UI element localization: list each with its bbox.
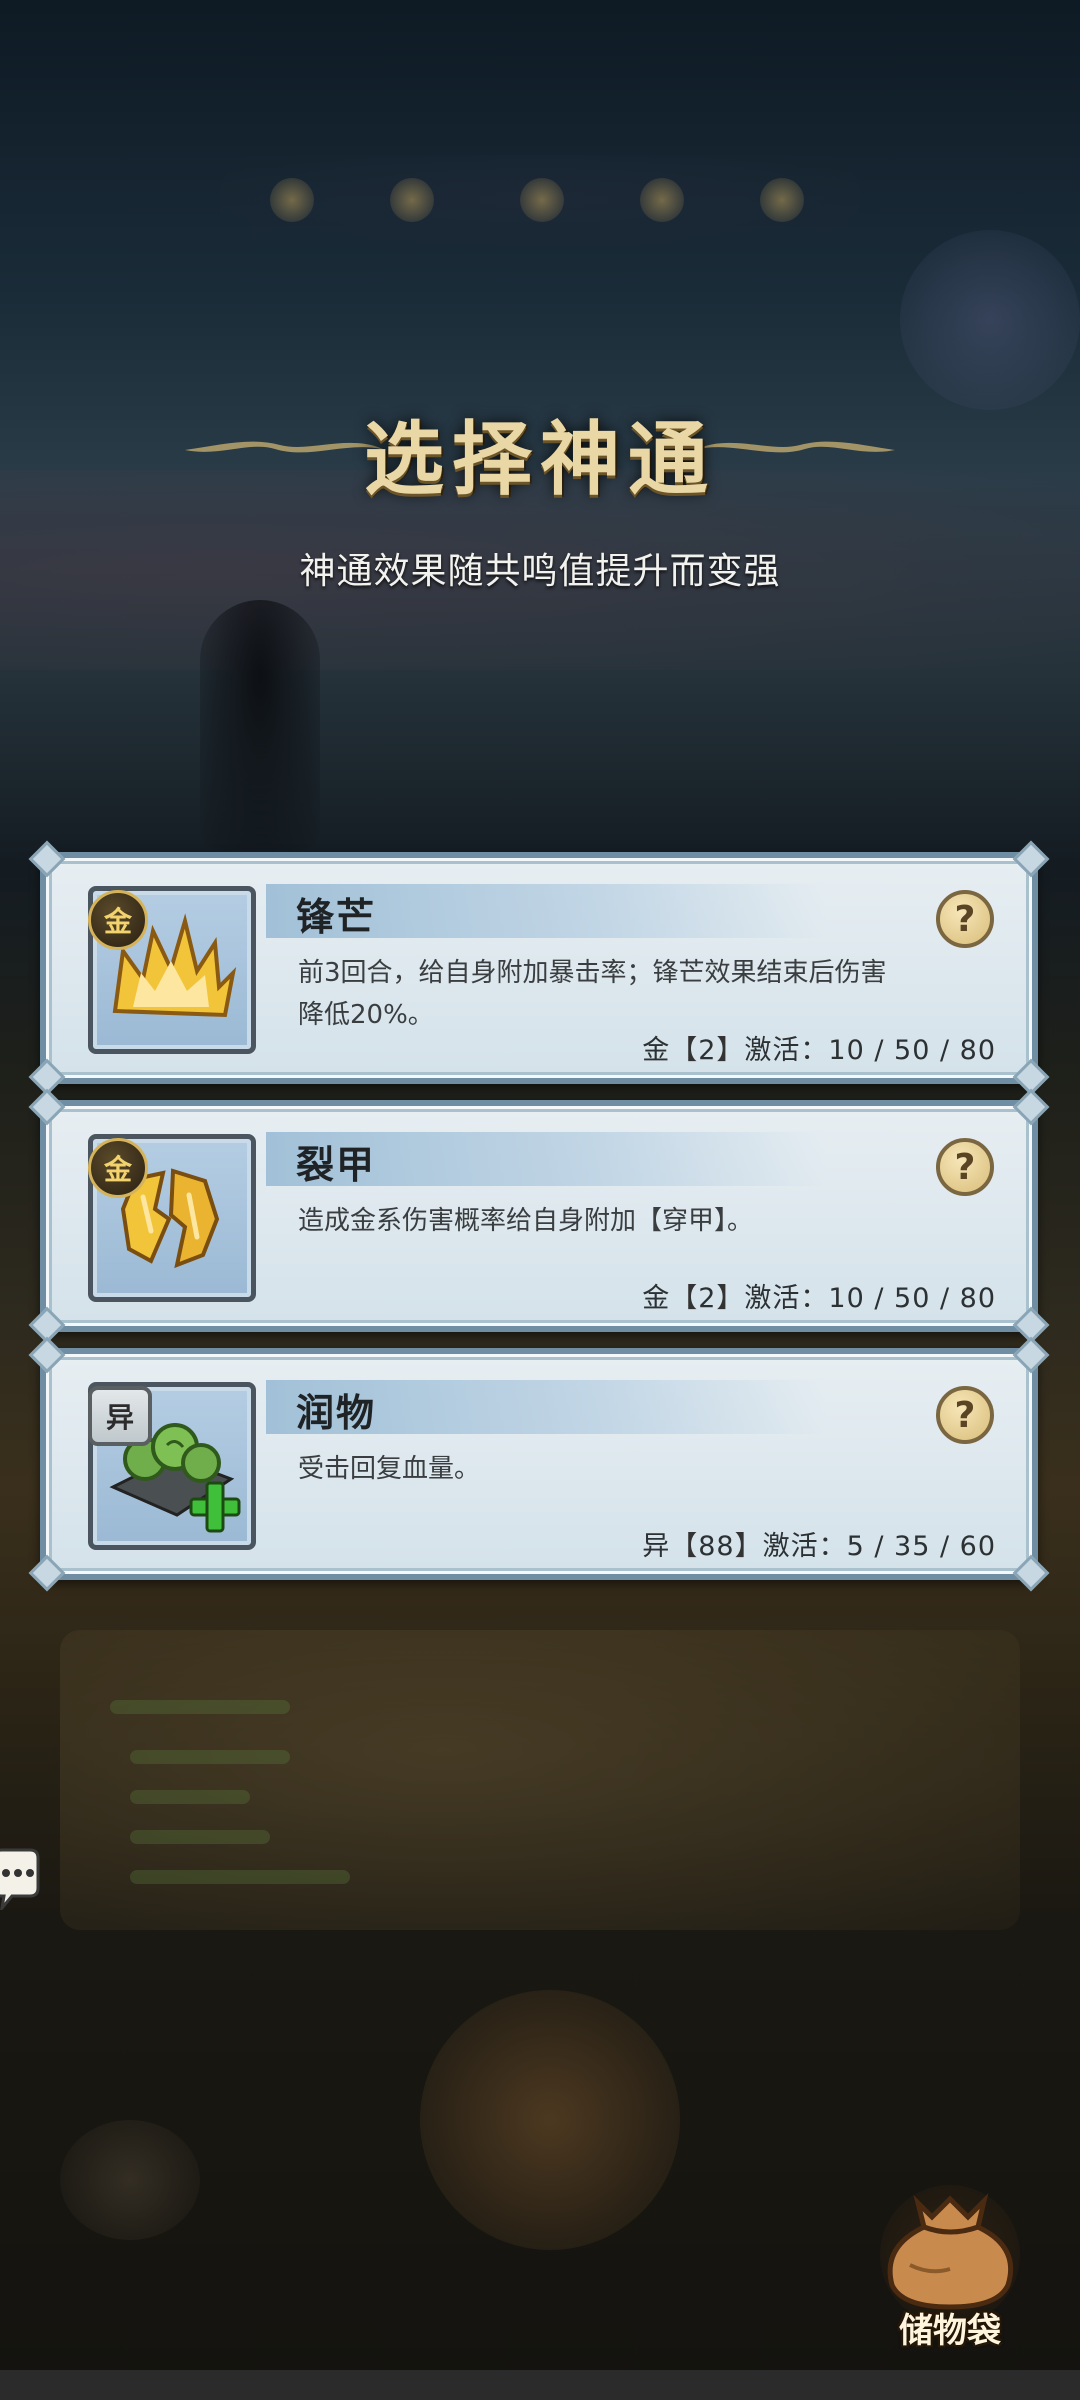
bg-panel-line (130, 1870, 350, 1884)
stat-element: 金 (642, 1283, 671, 1314)
bg-dot (640, 178, 684, 222)
help-button[interactable]: ? (936, 890, 994, 948)
resonance-stats: 金【2】激活：10 / 50 / 80 (642, 1283, 996, 1314)
stat-element: 异 (642, 1531, 671, 1562)
title-banner: 选择神通 (140, 395, 940, 506)
stat-thresholds: 10 / 50 / 80 (828, 1283, 996, 1314)
bg-dot (270, 178, 314, 222)
stat-resonance: 2 (698, 1035, 717, 1066)
skill-description: 前3回合，给自身附加暴击率；锋芒效果结束后伤害降低20%。 (298, 958, 887, 1030)
stat-thresholds: 5 / 35 / 60 (846, 1531, 996, 1562)
bg-bottom-strip (0, 2370, 1080, 2400)
stat-resonance: 2 (698, 1283, 717, 1314)
skill-card[interactable]: 金 裂甲 造成金系伤害概率给自身附加【穿甲】。 ? 金【2】激活：10 / 50… (28, 1088, 1050, 1344)
stat-element: 金 (642, 1035, 671, 1066)
bg-round-button (420, 1990, 680, 2250)
help-button[interactable]: ? (936, 1138, 994, 1196)
stat-activate-label: 激活 (762, 1531, 819, 1562)
chat-bubble-icon[interactable] (0, 1848, 42, 1910)
bg-panel-line (130, 1790, 250, 1804)
stat-activate-label: 激活 (744, 1035, 801, 1066)
stat-thresholds: 10 / 50 / 80 (828, 1035, 996, 1066)
page-subtitle: 神通效果随共鸣值提升而变强 (299, 551, 781, 592)
stat-activate-label: 激活 (744, 1283, 801, 1314)
skill-name: 润物 (296, 1390, 377, 1435)
skill-description: 受击回复血量。 (298, 1454, 481, 1484)
bg-dot (520, 178, 564, 222)
stat-resonance: 88 (698, 1531, 735, 1562)
bg-dot (760, 178, 804, 222)
resonance-stats: 异【88】激活：5 / 35 / 60 (642, 1531, 996, 1562)
element-badge: 金 (88, 1138, 148, 1198)
help-button[interactable]: ? (936, 1386, 994, 1444)
skill-card[interactable]: 异 润物 受击回复血量。 ? 异【88】激活：5 / 35 / 60 (28, 1336, 1050, 1592)
bg-panel-line (130, 1830, 270, 1844)
bg-panel-line (130, 1750, 290, 1764)
skill-name: 裂甲 (296, 1142, 377, 1187)
storage-bag-button[interactable]: 储物袋 (870, 2175, 1030, 2355)
bg-blurred-panel (60, 1630, 1020, 1930)
bg-character-silhouette (200, 600, 320, 850)
bg-back-arrow (60, 2120, 200, 2240)
page-title: 选择神通 (364, 412, 716, 506)
storage-bag-label: 储物袋 (899, 2311, 1001, 2351)
bg-dot (390, 178, 434, 222)
bg-panel-line (110, 1700, 290, 1714)
skill-card[interactable]: 金 锋芒 前3回合，给自身附加暴击率；锋芒效果结束后伤害降低20%。 ? 金【2… (28, 840, 1050, 1096)
resonance-stats: 金【2】激活：10 / 50 / 80 (642, 1035, 996, 1066)
skill-description: 造成金系伤害概率给自身附加【穿甲】。 (298, 1206, 754, 1236)
cloth-bag-icon (887, 2193, 1014, 2310)
element-badge: 异 (88, 1386, 152, 1446)
element-badge: 金 (88, 890, 148, 950)
skill-name: 锋芒 (296, 894, 377, 939)
bg-moon (900, 230, 1080, 410)
